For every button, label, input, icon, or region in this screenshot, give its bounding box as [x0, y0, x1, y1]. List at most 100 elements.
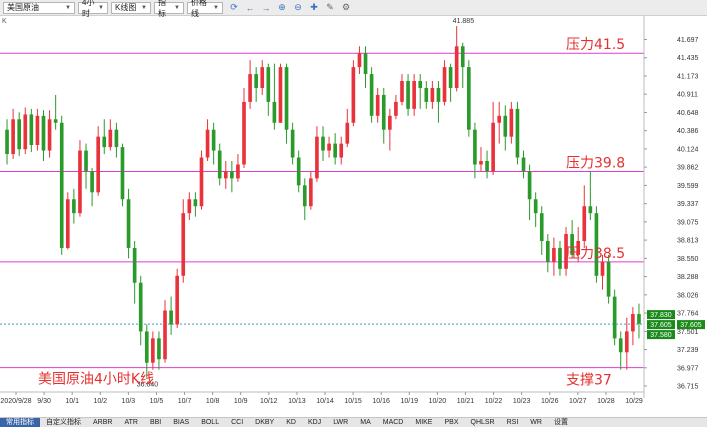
- candle-body: [430, 87, 435, 102]
- chart-title: 美国原油4小时K线: [38, 372, 154, 388]
- tab-macd[interactable]: MACD: [377, 418, 410, 427]
- time-tick-label: 9/30: [37, 398, 51, 405]
- candle-body: [485, 161, 489, 172]
- symbol-select[interactable]: 美国原油 ▼: [3, 1, 75, 14]
- level-annotation: 支撑37: [566, 373, 612, 389]
- candle-body: [454, 46, 459, 88]
- candle-body: [242, 101, 246, 165]
- arrow-right-icon[interactable]: →: [261, 3, 271, 13]
- candle-body: [120, 147, 125, 200]
- tab-common-indicators[interactable]: 常用指标: [0, 418, 40, 427]
- chevron-down-icon: ▼: [98, 4, 104, 11]
- tab-kdj[interactable]: KDJ: [302, 418, 327, 427]
- tab-ma[interactable]: MA: [354, 418, 377, 427]
- tab-arbr[interactable]: ARBR: [87, 418, 118, 427]
- tab-custom-indicators[interactable]: 自定义指标: [40, 418, 87, 427]
- candle-body: [272, 101, 277, 123]
- candle-body: [132, 247, 137, 283]
- candle-body: [467, 67, 471, 130]
- pencil-icon[interactable]: ✎: [325, 2, 335, 13]
- tab-dkby[interactable]: DKBY: [249, 418, 280, 427]
- candle-body: [406, 81, 410, 109]
- candle-body: [96, 136, 101, 193]
- time-tick-label: 2020/9/28: [0, 398, 31, 405]
- tab-rsi[interactable]: RSI: [501, 418, 525, 427]
- candle-body: [436, 87, 441, 102]
- candle-body: [126, 199, 131, 248]
- price-tick-label: 37.501: [677, 329, 699, 336]
- candle-body: [479, 161, 483, 165]
- candle-body: [53, 119, 58, 123]
- candle-body: [151, 338, 155, 363]
- candle-body: [217, 150, 222, 179]
- period-select[interactable]: 4小时 ▼: [78, 0, 108, 18]
- price-tick-label: 36.977: [677, 365, 699, 372]
- candle-body: [35, 115, 40, 146]
- price-tick-label: 37.239: [677, 347, 699, 354]
- candle-body: [41, 115, 46, 151]
- price-tick-label: 36.715: [677, 384, 699, 391]
- time-tick-label: 10/22: [485, 398, 503, 405]
- candle-body: [345, 122, 350, 144]
- tab-bias[interactable]: BIAS: [167, 418, 195, 427]
- candle-body: [17, 119, 22, 150]
- price-tick-label: 39.599: [677, 183, 699, 190]
- candle-body: [503, 115, 508, 137]
- candle-body: [187, 199, 192, 214]
- candle-body: [381, 94, 386, 130]
- candle-body: [163, 310, 167, 360]
- candle-body: [254, 74, 258, 88]
- candle-body: [223, 171, 228, 179]
- candle-body: [333, 143, 337, 158]
- time-axis: 2020/9/28 9/30 10/1 10/2 10/3 10/5 10/7 10/8 10/…: [0, 391, 644, 405]
- tab-kd[interactable]: KD: [280, 418, 302, 427]
- candle-body: [552, 247, 556, 262]
- current-price-label: 37.605: [680, 322, 702, 329]
- candle-body: [47, 119, 52, 151]
- gear-icon[interactable]: ⚙: [341, 2, 351, 13]
- tab-wr[interactable]: WR: [524, 418, 548, 427]
- horizontal-lines-layer: [0, 52, 644, 369]
- zoom-out-icon[interactable]: ⊖: [293, 2, 303, 13]
- candle-body: [5, 129, 9, 155]
- time-tick-label: 10/9: [234, 398, 248, 405]
- candle-body: [144, 331, 149, 363]
- time-tick-label: 10/26: [541, 398, 559, 405]
- candle-body: [78, 150, 82, 214]
- candle-body: [600, 261, 605, 276]
- candle-body: [509, 108, 514, 137]
- candle-body: [624, 331, 629, 353]
- candlestick-chart[interactable]: 41.88536.840 41.697 41.435 41.173 40.911 40.…: [0, 16, 707, 416]
- tab-bbi[interactable]: BBI: [144, 418, 167, 427]
- price-tick-label: 40.648: [677, 110, 699, 117]
- candle-body: [588, 206, 593, 214]
- time-tick-label: 10/16: [372, 398, 390, 405]
- tab-boll[interactable]: BOLL: [195, 418, 225, 427]
- price-tick-label: 39.075: [677, 219, 699, 226]
- tab-mike[interactable]: MIKE: [409, 418, 438, 427]
- tab-cci[interactable]: CCI: [225, 418, 249, 427]
- tab-pbx[interactable]: PBX: [438, 418, 464, 427]
- time-tick-label: 10/21: [457, 398, 475, 405]
- tab-lwr[interactable]: LWR: [327, 418, 354, 427]
- candle-body: [278, 67, 283, 123]
- candle-body: [29, 114, 34, 146]
- candle-body: [315, 136, 319, 179]
- candle-body: [284, 67, 289, 130]
- indicator-select[interactable]: 指标 ▼: [154, 0, 184, 18]
- price-line-select[interactable]: 价格线 ▼: [187, 0, 223, 18]
- candle-body: [527, 171, 532, 200]
- crosshair-icon[interactable]: ✚: [309, 2, 319, 13]
- high-price-label: 41.885: [453, 18, 475, 25]
- zoom-in-icon[interactable]: ⊕: [277, 2, 287, 13]
- arrow-left-icon[interactable]: ←: [245, 3, 255, 13]
- candle-body: [497, 115, 502, 123]
- tab-qhlsr[interactable]: QHLSR: [465, 418, 501, 427]
- tab-atr[interactable]: ATR: [118, 418, 143, 427]
- candle-body: [400, 81, 404, 102]
- refresh-icon[interactable]: ⟳: [229, 2, 239, 13]
- time-tick-label: 10/5: [150, 398, 164, 405]
- candle-body: [23, 114, 28, 150]
- tab-设置[interactable]: 设置: [548, 418, 574, 427]
- chart-type-select[interactable]: K线图 ▼: [111, 1, 151, 14]
